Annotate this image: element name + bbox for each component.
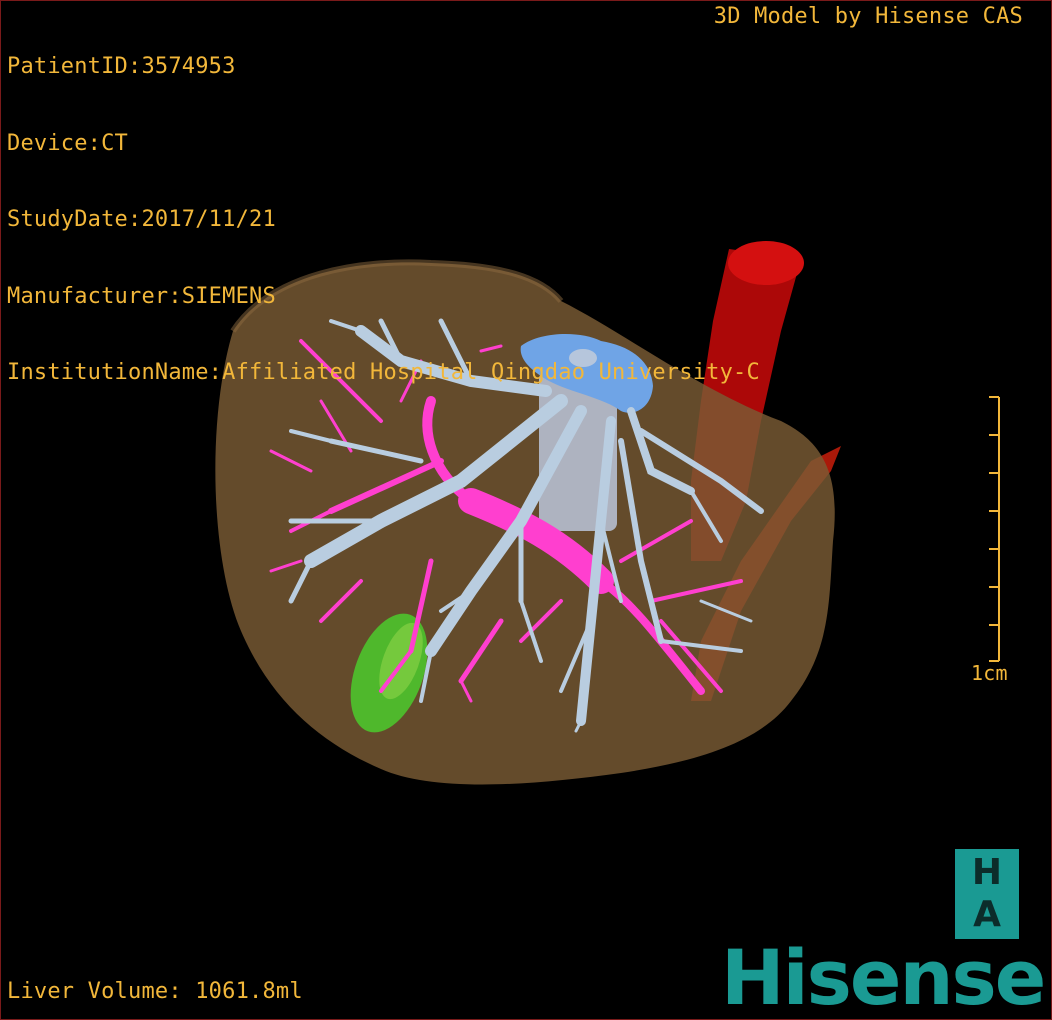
- model-credit-text: 3D Model by Hisense CAS: [713, 4, 1023, 29]
- scale-bar-label: 1cm: [971, 661, 1008, 685]
- ha-logo-top-letter: H: [971, 852, 1003, 893]
- institution-text: InstitutionName:Affiliated Hospital Qing…: [7, 360, 760, 385]
- device-text: Device:CT: [7, 130, 129, 156]
- study-date-text: StudyDate:2017/11/21: [7, 207, 276, 232]
- ha-logo: H A: [955, 849, 1019, 939]
- patient-id-text: PatientID:3574953: [7, 54, 236, 79]
- 3d-viewport[interactable]: PatientID:3574953 Device:CT StudyDate:20…: [0, 0, 1052, 1020]
- ha-logo-bottom-letter: A: [973, 894, 1001, 935]
- hisense-logo: Hisense: [721, 933, 1046, 1020]
- scale-bar: [989, 396, 1000, 662]
- manufacturer-text: Manufacturer:SIEMENS: [7, 283, 276, 309]
- dicom-info-overlay: PatientID:3574953 Device:CT StudyDate:20…: [7, 3, 760, 437]
- liver-volume-text: Liver Volume: 1061.8ml: [7, 978, 303, 1004]
